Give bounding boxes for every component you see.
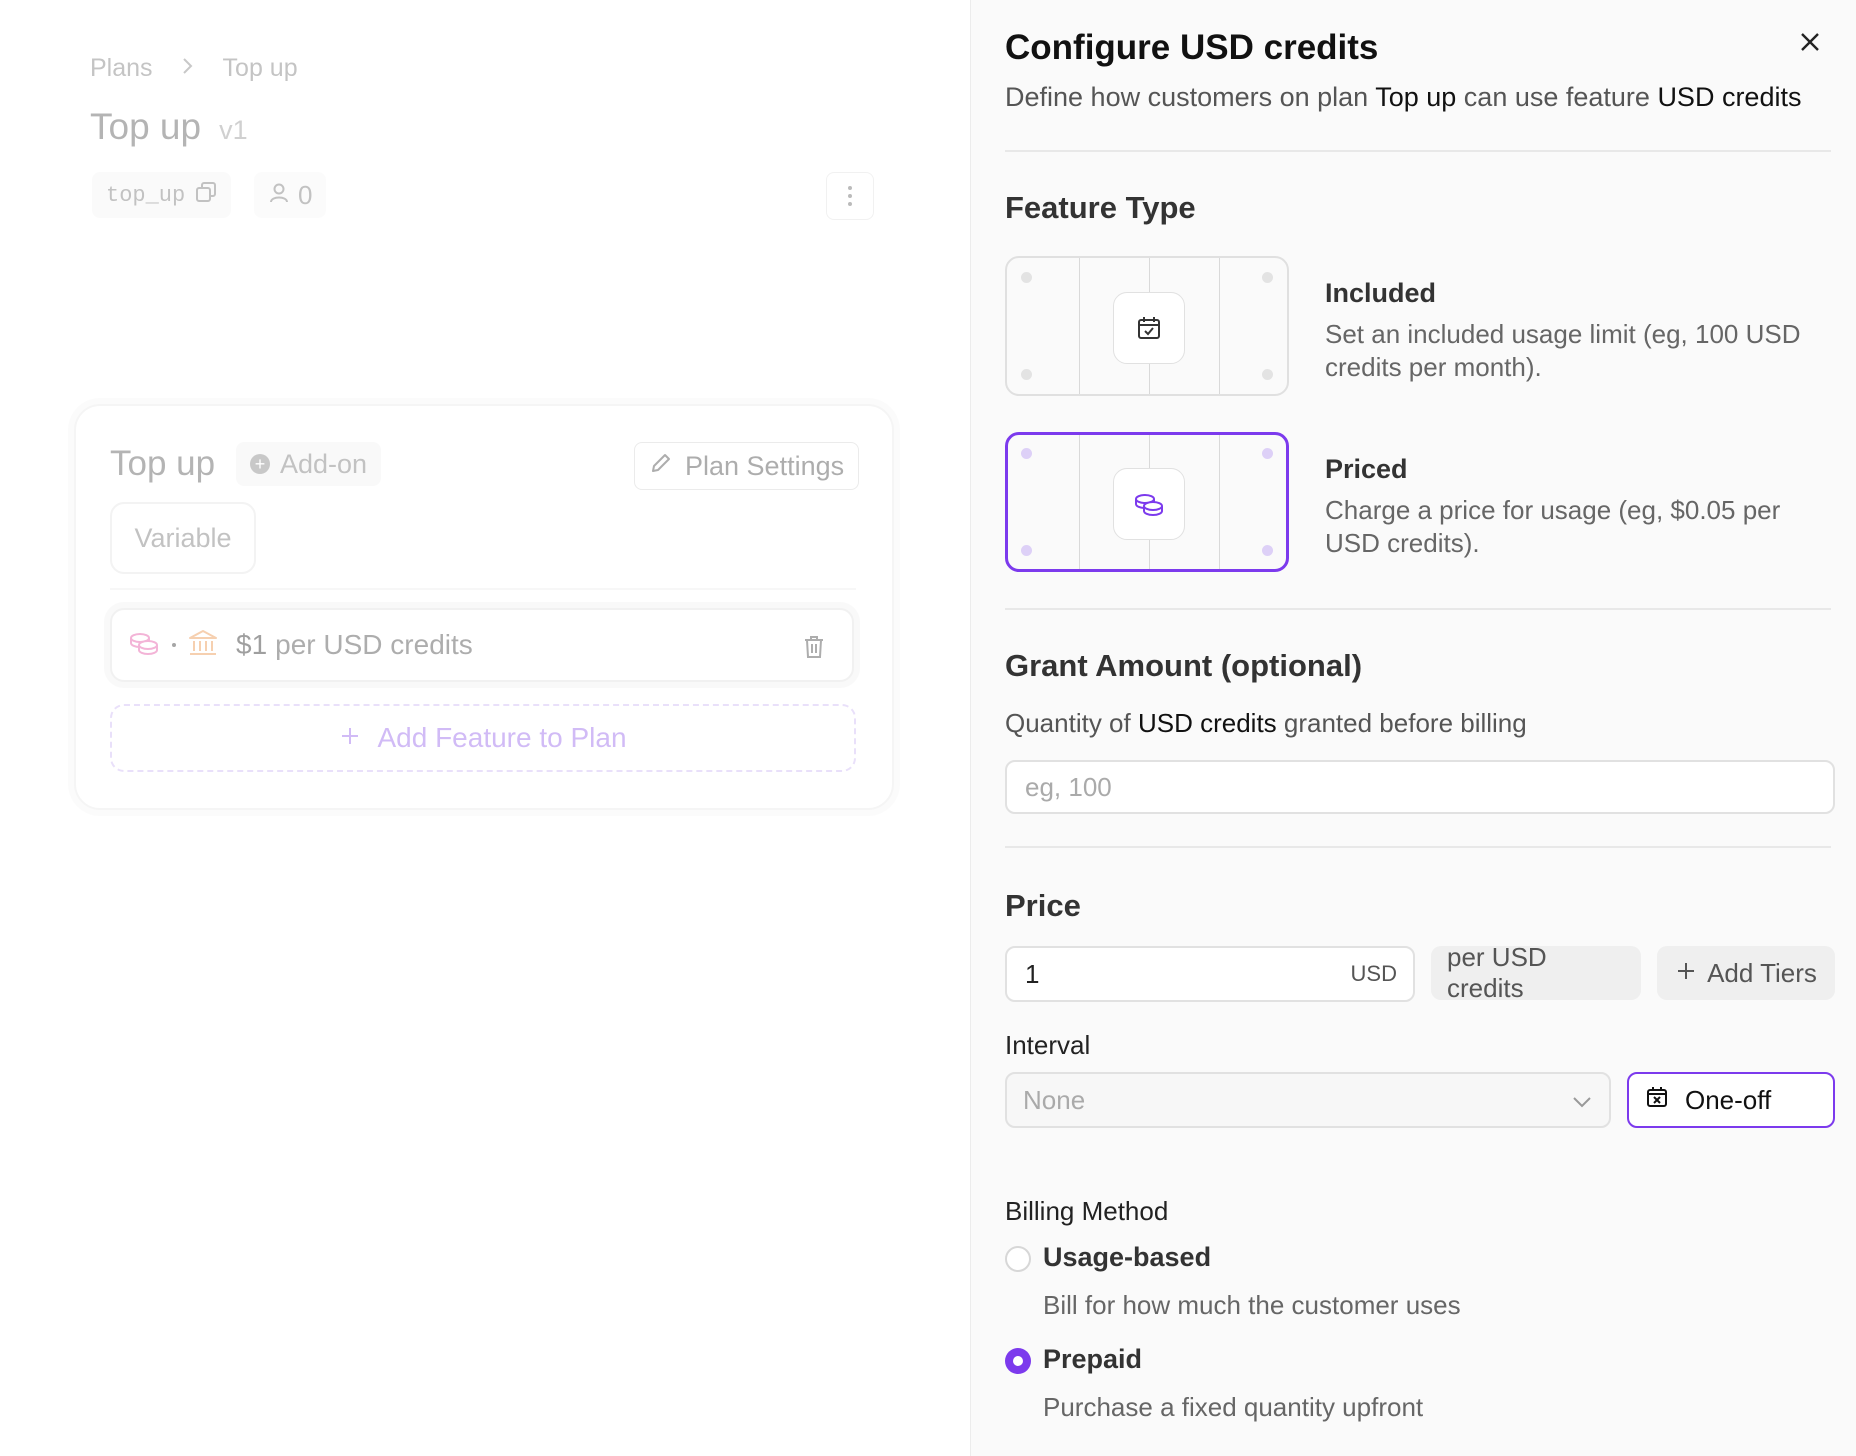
plan-settings-button[interactable]: Plan Settings [634, 442, 860, 490]
divider [110, 588, 856, 590]
bank-icon [188, 629, 218, 662]
page-title: Top up v1 [90, 106, 248, 148]
add-feature-label: Add Feature to Plan [377, 722, 627, 753]
more-options-button[interactable] [826, 172, 874, 220]
plan-version: v1 [219, 115, 248, 145]
feature-price-amount: $1 [236, 629, 268, 660]
hint-text: Quantity of [1005, 708, 1138, 738]
usage-based-desc: Bill for how much the customer uses [1043, 1290, 1461, 1320]
copy-icon[interactable] [195, 181, 217, 210]
interval-selected-value: None [1023, 1084, 1086, 1115]
grant-amount-input[interactable] [1023, 770, 1817, 804]
chevron-right-icon [181, 56, 195, 82]
add-tiers-label: Add Tiers [1707, 957, 1817, 988]
desc-feature-name: USD credits [1657, 82, 1802, 112]
plan-page: Plans Top up Top up v1 top_up 0 Top up +… [0, 0, 970, 1456]
feature-price-unit: per USD credits [275, 629, 473, 660]
grant-amount-title: Grant Amount (optional) [1005, 648, 1363, 683]
add-tiers-button[interactable]: Add Tiers [1657, 946, 1835, 1000]
calendar-check-icon [1113, 292, 1185, 364]
separator-dot [172, 643, 176, 647]
coins-icon [1113, 468, 1185, 540]
hint-text: granted before billing [1276, 708, 1527, 738]
price-unit-chip[interactable]: per USD credits [1431, 942, 1641, 1003]
plan-card: Top up + Add-on Plan Settings Variable $… [74, 404, 894, 810]
divider [1005, 150, 1831, 152]
hint-feature-name: USD credits [1137, 708, 1277, 738]
addon-badge-label: Add-on [280, 448, 368, 479]
plan-settings-label: Plan Settings [685, 450, 845, 481]
breadcrumb: Plans Top up [90, 54, 298, 83]
interval-select[interactable]: None [1005, 1072, 1611, 1128]
add-feature-button[interactable]: Add Feature to Plan [110, 704, 856, 772]
usage-based-title[interactable]: Usage-based [1043, 1242, 1211, 1273]
plan-name: Top up [90, 106, 202, 147]
plus-circle-icon: + [250, 454, 270, 474]
feature-type-priced-tile[interactable] [1005, 432, 1289, 572]
usage-based-radio[interactable] [1005, 1246, 1031, 1272]
one-off-button[interactable]: One-off [1627, 1072, 1835, 1128]
panel-description: Define how customers on plan Top up can … [1005, 82, 1801, 113]
plan-id: top_up [106, 182, 186, 208]
prepaid-desc: Purchase a fixed quantity upfront [1043, 1392, 1424, 1422]
divider [1005, 846, 1831, 848]
variant-chip[interactable]: Variable [110, 502, 256, 574]
close-icon[interactable] [1794, 26, 1826, 58]
billing-method-label: Billing Method [1005, 1196, 1169, 1226]
prepaid-title[interactable]: Prepaid [1043, 1344, 1142, 1375]
price-field[interactable]: USD [1005, 946, 1415, 1002]
price-title: Price [1005, 888, 1081, 923]
interval-label: Interval [1005, 1030, 1091, 1060]
desc-text: can use feature [1456, 82, 1658, 112]
user-icon [268, 180, 290, 211]
grant-amount-field[interactable] [1005, 760, 1835, 814]
customer-count: 0 [298, 179, 313, 210]
desc-text: Define how customers on plan [1005, 82, 1376, 112]
pencil-icon [649, 451, 673, 482]
configure-feature-panel: Configure USD credits Define how custome… [970, 0, 1856, 1456]
priced-option-desc: Charge a price for usage (eg, $0.05 per … [1325, 495, 1781, 558]
priced-option-title: Priced [1325, 454, 1408, 484]
addon-badge: + Add-on [236, 442, 382, 486]
desc-plan-name: Top up [1375, 82, 1457, 112]
trash-icon[interactable] [802, 634, 826, 665]
plan-id-chip[interactable]: top_up [92, 172, 232, 218]
breadcrumb-plans[interactable]: Plans [90, 54, 153, 83]
feature-type-included-tile[interactable] [1005, 256, 1289, 396]
plus-icon [339, 722, 361, 754]
breadcrumb-current: Top up [222, 54, 298, 82]
panel-title: Configure USD credits [1005, 28, 1379, 67]
plan-card-title: Top up [110, 444, 216, 483]
price-currency: USD [1350, 961, 1397, 986]
plan-feature-row[interactable]: $1 per USD credits [110, 608, 854, 682]
calendar-x-icon [1645, 1085, 1669, 1116]
coins-icon [128, 630, 160, 661]
chevron-down-icon [1571, 1085, 1593, 1116]
price-input[interactable] [1023, 957, 1327, 991]
divider [1005, 608, 1831, 610]
grant-amount-hint: Quantity of USD credits granted before b… [1005, 708, 1527, 739]
plus-icon [1675, 958, 1697, 989]
feature-type-title: Feature Type [1005, 190, 1196, 225]
customer-count-chip: 0 [254, 172, 327, 218]
included-option-desc: Set an included usage limit (eg, 100 USD… [1325, 319, 1801, 382]
more-vertical-icon [848, 186, 852, 206]
one-off-label: One-off [1685, 1084, 1772, 1115]
included-option-title: Included [1325, 278, 1437, 308]
prepaid-radio[interactable] [1005, 1348, 1031, 1374]
